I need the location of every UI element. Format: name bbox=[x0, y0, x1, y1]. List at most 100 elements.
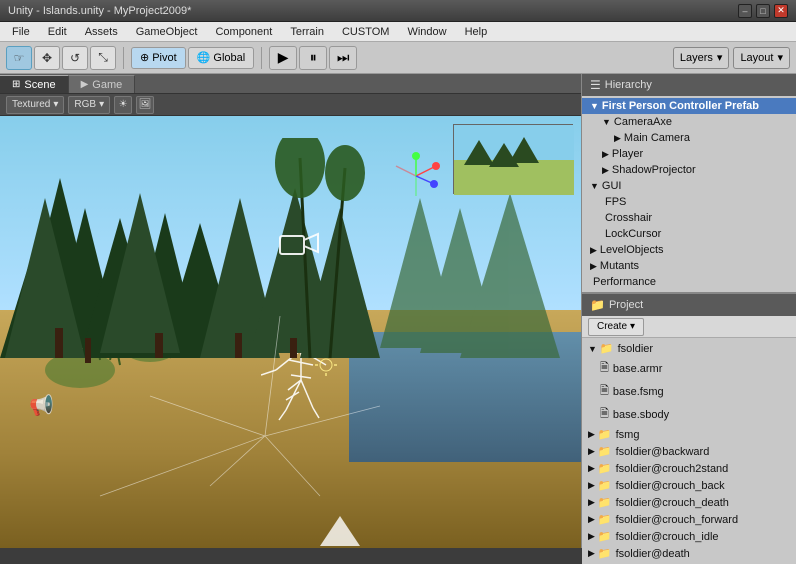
pivot-group: ⊕ Pivot 🌐 Global bbox=[131, 47, 254, 69]
pivot-button[interactable]: ⊕ Pivot bbox=[131, 47, 186, 69]
hierarchy-item-label: LockCursor bbox=[605, 228, 661, 240]
project-item-base-armr[interactable]: 🗎 base.armr bbox=[582, 357, 796, 380]
folder-icon: 📁 bbox=[598, 530, 612, 543]
menu-help[interactable]: Help bbox=[457, 24, 496, 40]
sun-icon-btn[interactable]: ☀ bbox=[114, 96, 132, 114]
project-item-fsoldier-crouch-forward[interactable]: ▶ 📁 fsoldier@crouch_forward bbox=[582, 511, 796, 528]
project-item-label: fsoldier@crouch2stand bbox=[616, 463, 729, 475]
tab-scene[interactable]: ⊞ Scene bbox=[0, 75, 69, 93]
folder-icon: 📁 bbox=[598, 462, 612, 475]
title-bar: Unity - Islands.unity - MyProject2009* –… bbox=[0, 0, 796, 22]
hierarchy-header: ☰ Hierarchy bbox=[582, 74, 796, 96]
shading-label: Textured bbox=[12, 99, 50, 110]
channel-dropdown[interactable]: RGB ▾ bbox=[68, 96, 110, 114]
expand-icon: ▶ bbox=[588, 531, 595, 542]
maximize-button[interactable]: □ bbox=[756, 4, 770, 18]
expand-icon: ▶ bbox=[590, 245, 597, 256]
tab-game[interactable]: ▶ Game bbox=[69, 75, 136, 93]
project-item-base-sbody[interactable]: 🗎 base.sbody bbox=[582, 403, 796, 426]
chevron-down-icon-2: ▾ bbox=[777, 51, 783, 64]
project-content[interactable]: ▼ 📁 fsoldier 🗎 base.armr 🗎 base.fsmg 🗎 b… bbox=[582, 338, 796, 564]
menu-terrain[interactable]: Terrain bbox=[282, 24, 332, 40]
image-icon-btn[interactable]: 🖼 bbox=[136, 96, 154, 114]
viewport[interactable]: 📢 bbox=[0, 116, 581, 548]
toolbar-right: Layers ▾ Layout ▾ bbox=[673, 47, 790, 69]
menu-assets[interactable]: Assets bbox=[77, 24, 126, 40]
project-item-fsoldier-crouch-back[interactable]: ▶ 📁 fsoldier@crouch_back bbox=[582, 477, 796, 494]
create-label: Create bbox=[597, 321, 627, 332]
menu-component[interactable]: Component bbox=[207, 24, 280, 40]
move-tool-button[interactable]: ✥ bbox=[34, 46, 60, 70]
create-button[interactable]: Create ▾ bbox=[588, 318, 644, 336]
project-panel: 📁 Project Create ▾ ▼ 📁 fsoldier 🗎 bas bbox=[582, 294, 796, 564]
layers-dropdown[interactable]: Layers ▾ bbox=[673, 47, 730, 69]
project-item-fsoldier-crouch-death[interactable]: ▶ 📁 fsoldier@crouch_death bbox=[582, 494, 796, 511]
expand-icon: ▼ bbox=[588, 344, 597, 354]
project-item-fsoldier-crouch-idle[interactable]: ▶ 📁 fsoldier@crouch_idle bbox=[582, 528, 796, 545]
project-item-label: fsoldier@death bbox=[616, 548, 690, 560]
layout-dropdown[interactable]: Layout ▾ bbox=[733, 47, 790, 69]
hierarchy-item-fps[interactable]: FPS bbox=[582, 194, 796, 210]
project-toolbar: Create ▾ bbox=[582, 316, 796, 338]
shading-chevron: ▾ bbox=[53, 99, 58, 110]
tab-scene-label: Scene bbox=[24, 79, 55, 91]
menu-edit[interactable]: Edit bbox=[40, 24, 75, 40]
step-button[interactable]: ⏭ bbox=[329, 46, 357, 70]
hierarchy-item-maincamera[interactable]: ▶ Main Camera bbox=[582, 130, 796, 146]
expand-icon: ▶ bbox=[602, 165, 609, 176]
project-item-fsoldier-backward[interactable]: ▶ 📁 fsoldier@backward bbox=[582, 443, 796, 460]
tool-group: ☞ ✥ ↺ ⤡ bbox=[6, 46, 116, 70]
hierarchy-item-crosshair[interactable]: Crosshair bbox=[582, 210, 796, 226]
hierarchy-item-label: Crosshair bbox=[605, 212, 652, 224]
separator-2 bbox=[261, 47, 262, 69]
project-item-label: fsoldier@crouch_idle bbox=[616, 531, 719, 543]
hierarchy-item-levelobjects[interactable]: ▶ LevelObjects bbox=[582, 242, 796, 258]
expand-icon: ▼ bbox=[590, 181, 599, 191]
hierarchy-item-mutants[interactable]: ▶ Mutants bbox=[582, 258, 796, 274]
close-button[interactable]: ✕ bbox=[774, 4, 788, 18]
project-item-label: base.armr bbox=[613, 363, 663, 375]
project-item-fsmg[interactable]: ▶ 📁 fsmg bbox=[582, 426, 796, 443]
minimize-button[interactable]: – bbox=[738, 4, 752, 18]
expand-icon: ▼ bbox=[602, 117, 611, 127]
hierarchy-item-gui[interactable]: ▼ GUI bbox=[582, 178, 796, 194]
hierarchy-item-label: FPS bbox=[605, 196, 626, 208]
folder-icon: 📁 bbox=[598, 513, 612, 526]
folder-icon: 📁 bbox=[600, 342, 614, 355]
rotate-tool-button[interactable]: ↺ bbox=[62, 46, 88, 70]
hierarchy-item-shadowprojector[interactable]: ▶ ShadowProjector bbox=[582, 162, 796, 178]
hand-tool-button[interactable]: ☞ bbox=[6, 46, 32, 70]
project-item-base-fsmg[interactable]: 🗎 base.fsmg bbox=[582, 380, 796, 403]
hierarchy-item-cameraaxe[interactable]: ▼ CameraAxe bbox=[582, 114, 796, 130]
play-button[interactable]: ▶ bbox=[269, 46, 297, 70]
project-item-label: fsoldier@crouch_forward bbox=[616, 514, 738, 526]
global-button[interactable]: 🌐 Global bbox=[188, 47, 255, 69]
left-panel: ⊞ Scene ▶ Game Textured ▾ RGB ▾ ☀ 🖼 bbox=[0, 74, 581, 548]
hierarchy-item-player[interactable]: ▶ Player bbox=[582, 146, 796, 162]
folder-icon: 📁 bbox=[598, 445, 612, 458]
project-icon: 📁 bbox=[590, 298, 605, 312]
menu-window[interactable]: Window bbox=[399, 24, 454, 40]
file-icon: 🗎 bbox=[600, 359, 609, 378]
folder-icon: 📁 bbox=[598, 428, 612, 441]
hierarchy-item-lockcursor[interactable]: LockCursor bbox=[582, 226, 796, 242]
pause-button[interactable]: ⏸ bbox=[299, 46, 327, 70]
shading-dropdown[interactable]: Textured ▾ bbox=[6, 96, 64, 114]
hierarchy-content[interactable]: ▼ First Person Controller Prefab ▼ Camer… bbox=[582, 96, 796, 292]
menu-file[interactable]: File bbox=[4, 24, 38, 40]
expand-icon: ▶ bbox=[590, 261, 597, 272]
channel-label: RGB bbox=[74, 99, 96, 110]
project-item-fsoldier[interactable]: ▼ 📁 fsoldier bbox=[582, 340, 796, 357]
menu-custom[interactable]: CUSTOM bbox=[334, 24, 397, 40]
expand-icon: ▶ bbox=[588, 446, 595, 457]
layout-label: Layout bbox=[740, 52, 773, 64]
window-title: Unity - Islands.unity - MyProject2009* bbox=[8, 5, 191, 17]
expand-icon: ▶ bbox=[588, 548, 595, 559]
menu-gameobject[interactable]: GameObject bbox=[128, 24, 206, 40]
hierarchy-item-fpc[interactable]: ▼ First Person Controller Prefab bbox=[582, 98, 796, 114]
scale-tool-button[interactable]: ⤡ bbox=[90, 46, 116, 70]
project-item-fsoldier-crouch2stand[interactable]: ▶ 📁 fsoldier@crouch2stand bbox=[582, 460, 796, 477]
expand-icon: ▼ bbox=[590, 101, 599, 111]
hierarchy-item-label: Player bbox=[612, 148, 643, 160]
hierarchy-item-performance[interactable]: Performance bbox=[582, 274, 796, 290]
